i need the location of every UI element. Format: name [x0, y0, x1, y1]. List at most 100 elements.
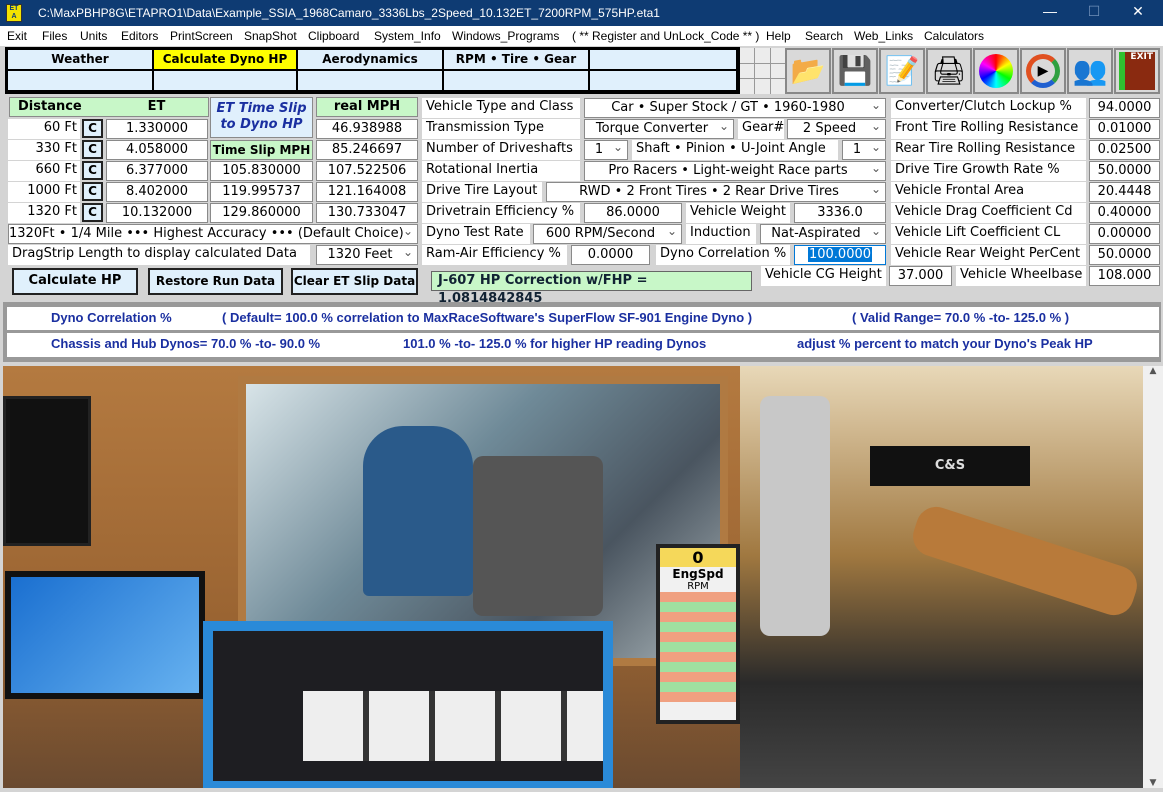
info-chassis-dynos: Chassis and Hub Dynos= 70.0 % -to- 90.0 … — [51, 336, 321, 351]
vehicle-type-label: Vehicle Type and Class — [422, 98, 580, 118]
tire-layout-label: Drive Tire Layout — [422, 182, 542, 202]
et-input[interactable]: 6.377000 — [106, 161, 208, 181]
color-wheel-icon — [979, 54, 1013, 88]
angle-select[interactable]: 1 — [842, 138, 886, 160]
ramair-label: Ram-Air Efficiency % — [422, 245, 567, 265]
scroll-down-icon[interactable]: ▼ — [1143, 778, 1163, 788]
et-input[interactable]: 1.330000 — [106, 119, 208, 139]
menu-units[interactable]: Units — [80, 29, 107, 43]
inertia-select[interactable]: Pro Racers • Light-weight Race parts — [584, 159, 886, 181]
info-line-2: Chassis and Hub Dynos= 70.0 % -to- 90.0 … — [7, 333, 1159, 357]
correlation-input[interactable]: 100.0000 — [794, 245, 886, 265]
gear-select[interactable]: 2 Speed — [787, 117, 886, 139]
dyno-photo: 0 EngSpd RPM C&S — [3, 366, 1143, 788]
clear-row-button[interactable]: C — [82, 140, 103, 159]
tab-1[interactable]: Weather — [7, 49, 153, 70]
test-rate-select[interactable]: 600 RPM/Second — [533, 222, 682, 244]
engine-on-dyno — [473, 456, 603, 616]
title-bar: ET A C:\MaxPBHP8G\ETAPRO1\Data\Example_SS… — [0, 0, 1163, 26]
et-input[interactable]: 8.402000 — [106, 182, 208, 202]
slip-mph-input[interactable]: 105.830000 — [210, 161, 313, 181]
menu-files[interactable]: Files — [42, 29, 67, 43]
tab-3[interactable]: Aerodynamics — [297, 49, 443, 70]
menu-search[interactable]: Search — [805, 29, 843, 43]
clear-row-button[interactable]: C — [82, 203, 103, 222]
notepad-icon: 📝 — [884, 54, 920, 87]
param-input[interactable]: 94.0000 — [1089, 98, 1160, 118]
clear-row-button[interactable]: C — [82, 119, 103, 138]
dragstrip-select[interactable]: 1320 Feet — [316, 243, 418, 265]
ramair-input[interactable]: 0.0000 — [571, 245, 650, 265]
et-input[interactable]: 10.132000 — [106, 203, 208, 223]
menu-system-info[interactable]: System_Info — [374, 29, 441, 43]
restore-run-data-button[interactable]: Restore Run Data — [148, 268, 283, 295]
param-input[interactable]: 50.0000 — [1089, 245, 1160, 265]
menu-printscreen[interactable]: PrintScreen — [170, 29, 233, 43]
clear-row-button[interactable]: C — [82, 182, 103, 201]
scroll-up-icon[interactable]: ▲ — [1143, 366, 1163, 376]
menu-clipboard[interactable]: Clipboard — [308, 29, 359, 43]
param-input[interactable]: 20.4448 — [1089, 182, 1160, 202]
minimize-button[interactable]: — — [1030, 3, 1070, 19]
notepad-button[interactable]: 📝 — [879, 48, 925, 94]
tab-2[interactable]: Calculate Dyno HP — [153, 49, 297, 70]
et-input[interactable]: 4.058000 — [106, 140, 208, 160]
save-disk-button[interactable]: 💾 — [832, 48, 878, 94]
slip-mph-input[interactable]: 119.995737 — [210, 182, 313, 202]
real-mph-value: 107.522506 — [316, 161, 418, 181]
calculate-hp-button[interactable]: Calculate HP — [12, 268, 138, 295]
engine-valve-cover: C&S — [870, 446, 1030, 486]
play-media-button[interactable]: ▶ — [1020, 48, 1066, 94]
cg-input[interactable]: 37.000 — [889, 266, 952, 286]
weight-label: Vehicle Weight — [686, 203, 790, 223]
weight-input[interactable]: 3336.0 — [794, 203, 886, 223]
menu-web-links[interactable]: Web_Links — [854, 29, 913, 43]
dyno-screen-unit: RPM — [687, 581, 709, 592]
vertical-scrollbar[interactable]: ▲ ▼ — [1143, 366, 1163, 788]
param-input[interactable]: 0.40000 — [1089, 203, 1160, 223]
menu-editors[interactable]: Editors — [121, 29, 158, 43]
correlation-value: 100.0000 — [807, 247, 873, 262]
users-button[interactable]: 👥 — [1067, 48, 1113, 94]
menu-exit[interactable]: Exit — [7, 29, 27, 43]
efficiency-label: Drivetrain Efficiency % — [422, 203, 580, 223]
wheelbase-input[interactable]: 108.000 — [1089, 266, 1160, 286]
test-rate-label: Dyno Test Rate — [422, 224, 530, 244]
tab-row2-cell — [443, 70, 589, 91]
printer-button[interactable]: 🖨 — [926, 48, 972, 94]
headers — [907, 501, 1143, 621]
param-input[interactable]: 0.01000 — [1089, 119, 1160, 139]
menu-windows-programs[interactable]: Windows_Programs — [452, 29, 559, 43]
et-header: ET — [105, 97, 209, 117]
param-input[interactable]: 50.0000 — [1089, 161, 1160, 181]
engine-tank — [760, 396, 830, 636]
induction-select[interactable]: Nat-Aspirated — [760, 222, 886, 244]
vehicle-type-select[interactable]: Car • Super Stock / GT • 1960-1980 — [584, 96, 886, 118]
driveshafts-label: Number of Driveshafts — [422, 140, 580, 160]
induction-label: Induction — [686, 224, 756, 244]
driveshafts-select[interactable]: 1 — [584, 138, 628, 160]
accuracy-select[interactable]: 1320Ft • 1/4 Mile ••• Highest Accuracy •… — [8, 222, 418, 244]
menu-register-and-unlock-code[interactable]: ( ** Register and UnLock_Code ** ) — [572, 29, 759, 43]
printer-icon: 🖨 — [931, 54, 967, 87]
color-wheel-button[interactable] — [973, 48, 1019, 94]
open-folder-button[interactable]: 📂 — [785, 48, 831, 94]
exit-door-icon: EXIT — [1119, 52, 1155, 90]
slip-mph-input[interactable]: 129.860000 — [210, 203, 313, 223]
menu-snapshot[interactable]: SnapShot — [244, 29, 297, 43]
tab-4[interactable]: RPM • Tire • Gear — [443, 49, 589, 70]
param-input[interactable]: 0.00000 — [1089, 224, 1160, 244]
clear-et-slip-button[interactable]: Clear ET Slip Data — [291, 268, 418, 295]
exit-door-button[interactable]: EXIT — [1114, 48, 1160, 94]
tab-5[interactable] — [589, 49, 737, 70]
transmission-select[interactable]: Torque Converter — [584, 117, 734, 139]
close-button[interactable]: ✕ — [1118, 3, 1158, 20]
maximize-button[interactable]: ☐ — [1074, 3, 1114, 20]
menu-calculators[interactable]: Calculators — [924, 29, 984, 43]
angle-label: Shaft • Pinion • U-Joint Angle — [632, 140, 838, 160]
efficiency-input[interactable]: 86.0000 — [584, 203, 682, 223]
tire-layout-select[interactable]: RWD • 2 Front Tires • 2 Rear Drive Tires — [546, 180, 886, 202]
param-input[interactable]: 0.02500 — [1089, 140, 1160, 160]
clear-row-button[interactable]: C — [82, 161, 103, 180]
menu-help[interactable]: Help — [766, 29, 791, 43]
